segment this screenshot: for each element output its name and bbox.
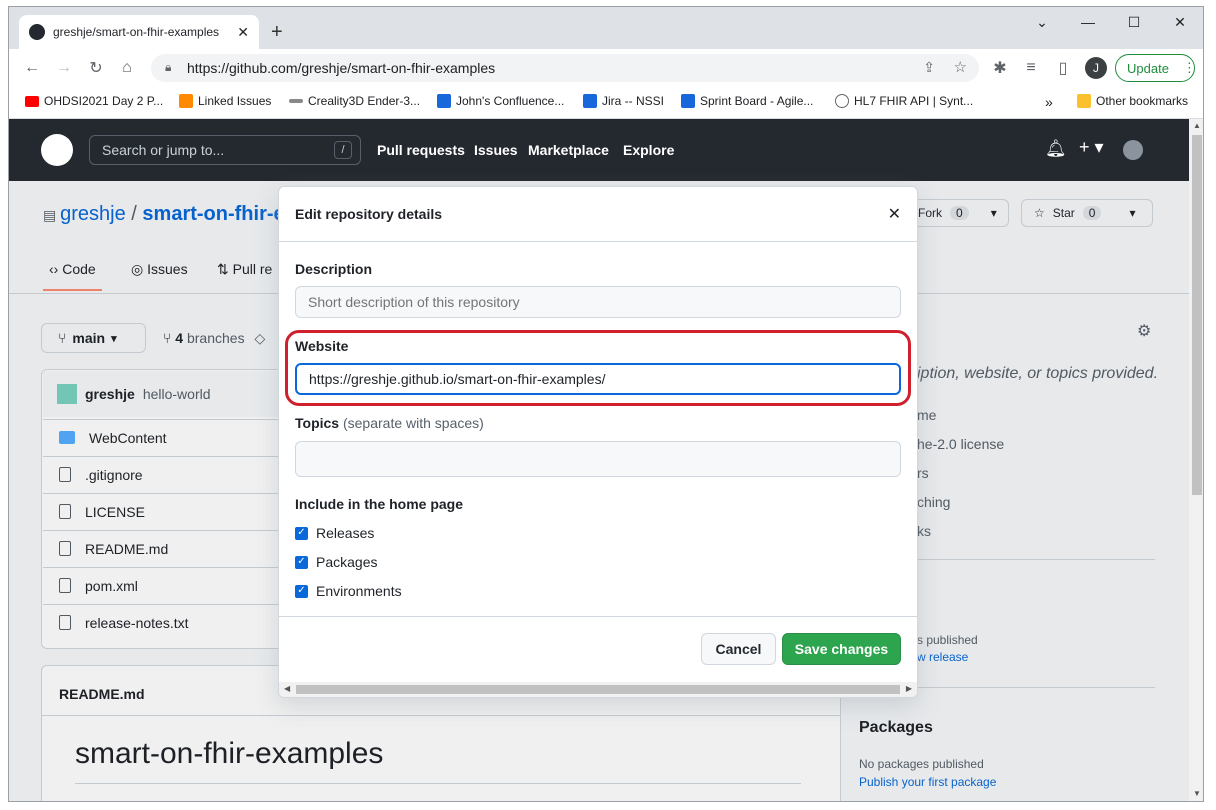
user-avatar[interactable] [1123, 140, 1143, 160]
update-label: Update [1127, 60, 1169, 76]
scroll-left-icon[interactable]: ◀ [284, 684, 290, 693]
checkmark-icon: ✓ [295, 584, 308, 598]
bookmark-item[interactable]: Jira -- NSSI [583, 94, 664, 108]
tab-close-icon[interactable]: ✕ [237, 24, 249, 41]
dialog-footer-divider [279, 616, 917, 617]
save-button[interactable]: Save changes [782, 633, 901, 665]
github-logo-icon[interactable] [41, 134, 73, 166]
tab-search-icon[interactable]: ⌄ [1019, 7, 1065, 37]
update-button[interactable]: Update ⋮ [1115, 54, 1196, 82]
topics-label: Topics (separate with spaces) [295, 415, 484, 431]
bookmark-star-icon[interactable]: ☆ [954, 58, 967, 76]
checkmark-icon: ✓ [295, 526, 308, 540]
confluence-icon [437, 94, 451, 108]
github-favicon-icon [29, 24, 45, 40]
bookmark-favicon-icon [179, 94, 193, 108]
search-slash-key: / [334, 141, 352, 159]
home-icon[interactable]: ⌂ [116, 57, 138, 79]
profile-avatar[interactable]: J [1085, 57, 1107, 79]
description-label: Description [295, 261, 373, 277]
address-bar[interactable]: 🔒︎ https://github.com/greshje/smart-on-f… [151, 54, 979, 82]
url-text: https://github.com/greshje/smart-on-fhir… [187, 60, 496, 76]
nav-pull-requests[interactable]: Pull requests [377, 142, 465, 158]
dialog-hscroll[interactable]: ◀ ▶ [279, 682, 917, 697]
forward-icon[interactable]: → [53, 57, 75, 79]
nav-issues[interactable]: Issues [474, 142, 518, 158]
description-field[interactable] [295, 286, 901, 318]
nav-marketplace[interactable]: Marketplace [528, 142, 609, 158]
maximize-icon[interactable]: ☐ [1111, 7, 1157, 37]
minimize-icon[interactable]: — [1065, 7, 1111, 37]
cancel-button[interactable]: Cancel [701, 633, 776, 665]
more-vert-icon: ⋮ [1182, 60, 1196, 75]
bookmark-favicon-icon [835, 94, 849, 108]
folder-icon [1077, 94, 1091, 108]
topics-hint: (separate with spaces) [342, 415, 484, 431]
close-icon[interactable]: ✕ [888, 204, 901, 224]
create-new-icon[interactable]: + ▾ [1079, 137, 1104, 158]
back-icon[interactable]: ← [21, 57, 43, 79]
bookmark-item[interactable]: OHDSI2021 Day 2 P... [25, 94, 163, 108]
close-window-icon[interactable]: ✕ [1157, 7, 1203, 37]
include-home-label: Include in the home page [295, 496, 464, 512]
youtube-icon [25, 95, 39, 107]
scroll-thumb[interactable] [296, 685, 900, 694]
scroll-up-icon[interactable]: ▲ [1193, 121, 1201, 130]
bookmarks-bar: OHDSI2021 Day 2 P... Linked Issues Creal… [9, 87, 1203, 119]
scroll-right-icon[interactable]: ▶ [906, 684, 912, 693]
packages-checkbox[interactable]: ✓ Packages [295, 554, 377, 570]
bookmarks-overflow-icon[interactable]: » [1045, 94, 1053, 110]
scroll-thumb[interactable] [1192, 135, 1202, 495]
extensions-icon[interactable]: ✱ [989, 57, 1011, 79]
dialog-title: Edit repository details [295, 206, 443, 222]
bookmark-item[interactable]: Creality3D Ender-3... [289, 94, 420, 108]
bookmark-item[interactable]: Sprint Board - Agile... [681, 94, 813, 108]
topics-field[interactable] [295, 441, 901, 477]
jira-icon [583, 94, 597, 108]
bookmark-favicon-icon [289, 99, 303, 103]
dialog-header: Edit repository details ✕ [279, 187, 917, 242]
bookmark-item[interactable]: John's Confluence... [437, 94, 564, 108]
notifications-bell-icon[interactable]: 🔔︎ [1045, 139, 1067, 159]
github-header: Search or jump to... / Pull requests Iss… [9, 119, 1189, 181]
scroll-down-icon[interactable]: ▼ [1193, 789, 1201, 798]
edit-repository-dialog: Edit repository details ✕ Description We… [278, 186, 918, 698]
page-scrollbar[interactable]: ▲ ▼ [1189, 119, 1203, 801]
environments-checkbox[interactable]: ✓ Environments [295, 583, 402, 599]
other-bookmarks[interactable]: Other bookmarks [1077, 94, 1188, 108]
jira-icon [681, 94, 695, 108]
website-highlight [285, 330, 911, 406]
checkmark-icon: ✓ [295, 555, 308, 569]
browser-tab[interactable]: greshje/smart-on-fhir-examples ✕ [19, 15, 259, 49]
new-tab-button[interactable]: + [271, 21, 283, 44]
reload-icon[interactable]: ↻ [85, 57, 107, 79]
bookmark-item[interactable]: HL7 FHIR API | Synt... [835, 94, 973, 108]
search-input[interactable]: Search or jump to... / [89, 135, 361, 165]
nav-explore[interactable]: Explore [623, 142, 674, 158]
tab-title: greshje/smart-on-fhir-examples [53, 25, 220, 39]
bookmark-item[interactable]: Linked Issues [179, 94, 271, 108]
releases-checkbox[interactable]: ✓ Releases [295, 525, 374, 541]
side-panel-icon[interactable]: ▯ [1052, 57, 1074, 79]
share-icon[interactable]: ⇪ [923, 59, 935, 76]
reading-list-icon[interactable]: ≡ [1020, 57, 1042, 79]
lock-icon: 🔒︎ [165, 60, 172, 74]
